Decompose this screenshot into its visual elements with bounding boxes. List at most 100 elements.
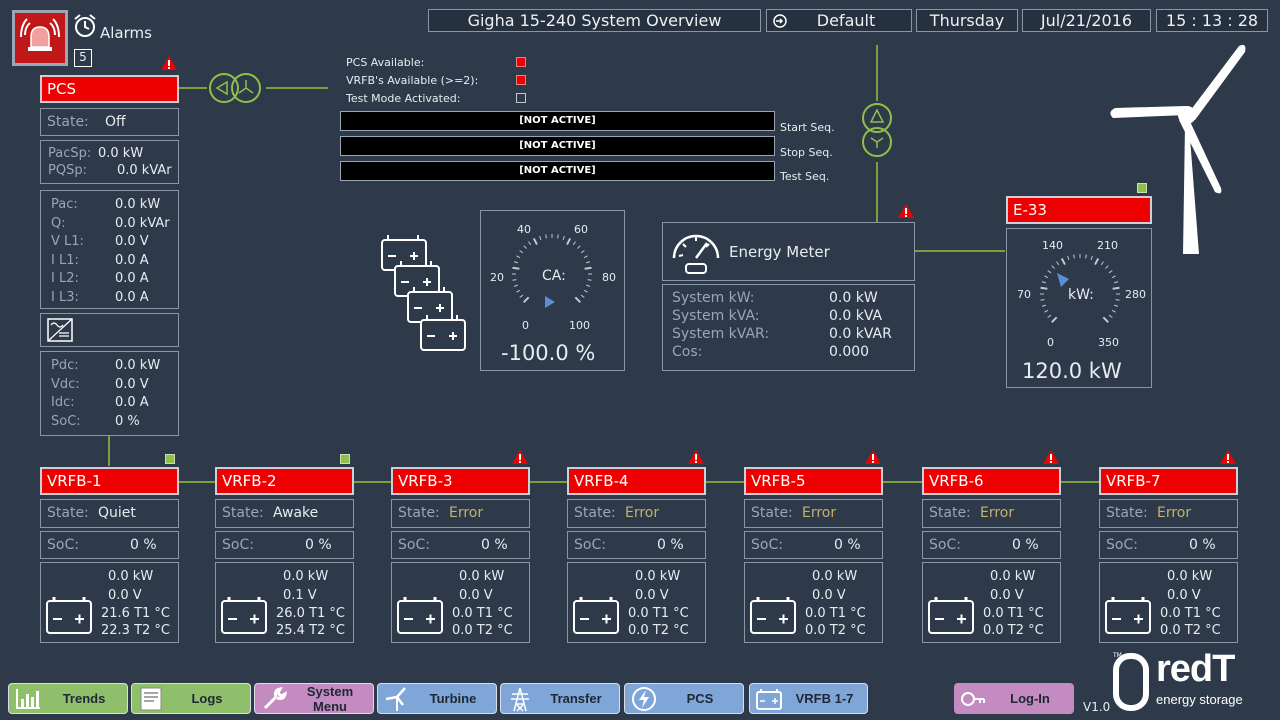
vrfb-soc-panel: SoC: 0 % — [1099, 531, 1238, 559]
vrfb-values-panel: 0.0 kW 0.0 V 0.0 T1 °C 0.0 T2 °C — [567, 562, 706, 643]
battery-icon — [397, 597, 443, 634]
pcs-ac-label: Q: — [51, 215, 66, 231]
alarm-bell-icon — [20, 18, 60, 51]
energy-meter-label: Cos: — [672, 344, 703, 360]
vrfb-header[interactable]: VRFB-1 — [40, 467, 179, 495]
vrfb-kw-value: 0.0 kW — [459, 569, 505, 584]
vrfb-soc-panel: SoC: 0 % — [391, 531, 530, 559]
pylon-icon — [505, 685, 535, 712]
pcs-state-panel: State: Off — [40, 108, 179, 136]
battery-icon — [750, 597, 796, 634]
pcs-setpoints-panel: PacSp: 0.0 kW PQSp: 0.0 kVAr — [40, 140, 179, 184]
vrfb-values-panel: 0.0 kW 0.0 V 0.0 T1 °C 0.0 T2 °C — [391, 562, 530, 643]
energy-meter-label: System kW: — [672, 290, 755, 306]
vrfb-t1-value: 0.0 T1 °C — [805, 606, 866, 621]
vrfb-status-indicator — [165, 454, 175, 464]
turbine-gauge-label: kW: — [1068, 287, 1094, 303]
grid-transformer-icon — [862, 103, 892, 157]
nav-trends-button[interactable]: Trends — [8, 683, 128, 714]
time-display: 15 : 13 : 28 — [1156, 9, 1268, 32]
pcs-dc-value: 0 % — [115, 413, 140, 429]
battery-icon — [754, 685, 784, 712]
vrfb-available-label: VRFB's Available (>=2): — [346, 74, 479, 87]
vrfb-t2-value: 0.0 T2 °C — [805, 623, 866, 638]
vrfb-kw-value: 0.0 kW — [812, 569, 858, 584]
vrfb-t2-value: 0.0 T2 °C — [628, 623, 689, 638]
stop-seq-status[interactable]: [NOT ACTIVE] — [340, 136, 775, 156]
vrfb-header[interactable]: VRFB-3 — [391, 467, 530, 495]
vrfb-t1-value: 21.6 T1 °C — [101, 606, 170, 621]
turbine-icon — [382, 685, 412, 712]
ca-tick-60: 60 — [574, 223, 588, 236]
pcs-dc-value: 0.0 V — [115, 376, 149, 392]
pcs-dc-value: 0.0 kW — [115, 358, 161, 373]
pcs-dc-label: Idc: — [51, 395, 75, 410]
vrfb-header[interactable]: VRFB-5 — [744, 467, 883, 495]
vrfb-available-indicator — [516, 75, 526, 85]
turbine-tick-0: 0 — [1047, 336, 1054, 349]
vrfb-soc-value: 0 % — [481, 537, 508, 553]
nav-system-menu-button[interactable]: System Menu — [254, 683, 374, 714]
vrfb-kw-value: 0.0 kW — [1167, 569, 1213, 584]
nav-turbine-button[interactable]: Turbine — [377, 683, 497, 714]
version-label: V1.0 — [1083, 700, 1111, 714]
vrfb-state-value: Quiet — [98, 505, 136, 521]
brand-tagline: energy storage — [1156, 692, 1243, 707]
nav-pcs-button[interactable]: PCS — [624, 683, 744, 714]
pcs-dc-label: SoC: — [51, 413, 81, 429]
energy-meter-warning-icon — [898, 204, 914, 218]
battery-stack-icon — [381, 235, 466, 351]
test-seq-status[interactable]: [NOT ACTIVE] — [340, 161, 775, 181]
vrfb-state-value: Error — [625, 505, 660, 521]
energy-meter-header[interactable]: Energy Meter — [662, 222, 915, 281]
vrfb-warning-icon — [865, 450, 881, 464]
vrfb-state-panel: State: Error — [922, 499, 1061, 528]
ca-gauge-panel: 40 60 20 80 0 100 CA: -100.0 % — [480, 210, 625, 371]
pcs-available-indicator — [516, 57, 526, 67]
vrfb-soc-panel: SoC: 0 % — [567, 531, 706, 559]
pcs-header[interactable]: PCS — [40, 75, 179, 103]
date-display: Jul/21/2016 — [1022, 9, 1151, 32]
wrench-icon — [259, 685, 289, 712]
nav-transfer-button[interactable]: Transfer — [500, 683, 620, 714]
vrfb-t1-value: 0.0 T1 °C — [628, 606, 689, 621]
battery-icon — [573, 597, 619, 634]
vrfb-state-panel: State: Awake — [215, 499, 354, 528]
vrfb-soc-panel: SoC: 0 % — [922, 531, 1061, 559]
vrfb-header[interactable]: VRFB-7 — [1099, 467, 1238, 495]
vrfb-kw-value: 0.0 kW — [283, 569, 329, 584]
bolt-icon — [629, 685, 659, 712]
pcs-dc-panel: Pdc: 0.0 kW Vdc: 0.0 V Idc: 0.0 A SoC: 0 % — [40, 351, 179, 436]
page-title: Gigha 15-240 System Overview — [428, 9, 761, 32]
vrfb-header[interactable]: VRFB-2 — [215, 467, 354, 495]
vrfb-t2-value: 25.4 T2 °C — [276, 623, 345, 638]
vrfb-voltage-value: 0.0 V — [1167, 588, 1201, 603]
vrfb-voltage-value: 0.0 V — [812, 588, 846, 603]
pcs-inverter-panel[interactable] — [40, 313, 179, 347]
vrfb-voltage-value: 0.0 V — [459, 588, 493, 603]
energy-meter-value: 0.0 kVAR — [829, 326, 892, 342]
nav-vrfb-1-7-button[interactable]: VRFB 1-7 — [749, 683, 868, 714]
login-button[interactable]: Log-In — [954, 683, 1074, 714]
vrfb-state-value: Error — [1157, 505, 1192, 521]
vrfb-header[interactable]: VRFB-4 — [567, 467, 706, 495]
vrfb-soc-value: 0 % — [1189, 537, 1216, 553]
energy-meter-label: System kVA: — [672, 308, 760, 324]
vrfb-values-panel: 0.0 kW 0.0 V 21.6 T1 °C 22.3 T2 °C — [40, 562, 179, 643]
nav-logs-button[interactable]: Logs — [131, 683, 251, 714]
energy-meter-value: 0.0 kW — [829, 290, 878, 306]
vrfb-kw-value: 0.0 kW — [108, 569, 154, 584]
profile-name: Default — [816, 11, 876, 30]
transformer-icon — [209, 73, 261, 103]
vrfb-state-panel: State: Error — [391, 499, 530, 528]
start-seq-status[interactable]: [NOT ACTIVE] — [340, 111, 775, 131]
vrfb-state-value: Error — [449, 505, 484, 521]
vrfb-warning-icon — [1043, 450, 1059, 464]
start-seq-label: Start Seq. — [780, 121, 835, 134]
vrfb-header[interactable]: VRFB-6 — [922, 467, 1061, 495]
alarm-button[interactable] — [12, 10, 68, 66]
brand-name: redT — [1156, 648, 1235, 690]
energy-meter-value: 0.000 — [829, 344, 870, 360]
profile-selector[interactable]: Default — [766, 9, 912, 32]
pcs-ac-panel: Pac: 0.0 kW Q: 0.0 kVAr V L1: 0.0 V I L1: 0.0 A… — [40, 190, 179, 309]
